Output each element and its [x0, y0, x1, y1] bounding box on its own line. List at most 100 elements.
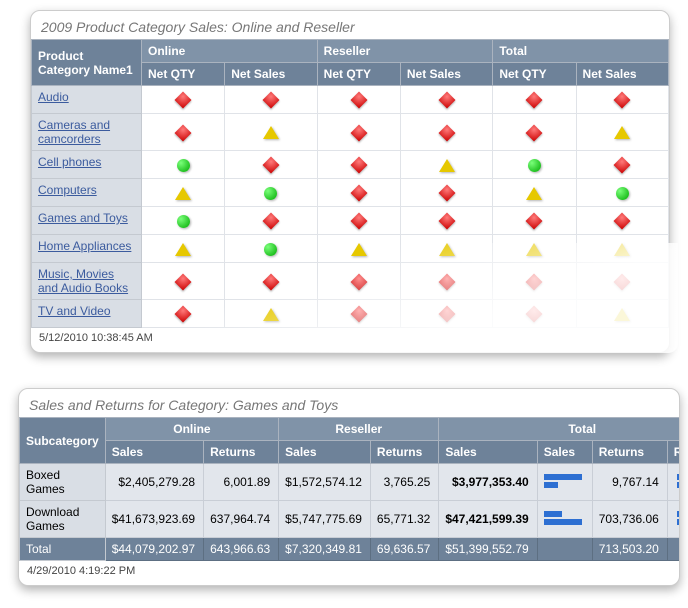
- diamond-icon: [175, 92, 192, 109]
- diamond-icon: [262, 213, 279, 230]
- subcategory-label: Download Games: [20, 501, 106, 538]
- group-reseller: Reseller: [317, 40, 493, 63]
- kpi-cell: [400, 263, 492, 300]
- value-cell: 65,771.32: [370, 501, 438, 538]
- diamond-icon: [526, 273, 543, 290]
- total-value-cell: 643,966.63: [204, 538, 279, 561]
- table-row: Music, Movies and Audio Books: [32, 263, 669, 300]
- diamond-icon: [526, 306, 543, 323]
- sparkline-bars: [544, 510, 584, 526]
- triangle-icon: [351, 243, 367, 256]
- category-link[interactable]: Home Appliances: [38, 239, 131, 253]
- col-sales: Sales: [439, 441, 537, 464]
- kpi-cell: [142, 300, 225, 328]
- triangle-icon: [439, 243, 455, 256]
- value-cell: 637,964.74: [204, 501, 279, 538]
- diamond-icon: [350, 124, 367, 141]
- diamond-icon: [614, 273, 631, 290]
- kpi-cell: [317, 207, 400, 235]
- diamond-icon: [175, 273, 192, 290]
- triangle-icon: [175, 243, 191, 256]
- diamond-icon: [350, 273, 367, 290]
- diamond-icon: [262, 157, 279, 174]
- table-row: Cell phones: [32, 151, 669, 179]
- group-total: Total: [439, 418, 680, 441]
- kpi-cell: [225, 179, 317, 207]
- value-cell: 3,765.25: [370, 464, 438, 501]
- kpi-cell: [317, 114, 400, 151]
- circle-icon: [616, 187, 629, 200]
- kpi-cell: [225, 235, 317, 263]
- kpi-cell: [576, 114, 668, 151]
- kpi-cell: [225, 151, 317, 179]
- kpi-cell: [225, 114, 317, 151]
- kpi-cell: [317, 235, 400, 263]
- category-link[interactable]: Games and Toys: [38, 211, 128, 225]
- subcategory-panel: Sales and Returns for Category: Games an…: [18, 388, 680, 586]
- diamond-icon: [438, 185, 455, 202]
- category-link[interactable]: Cameras and camcorders: [38, 118, 110, 146]
- kpi-cell: [493, 207, 576, 235]
- total-value-cell: $51,399,552.79: [439, 538, 537, 561]
- diamond-icon: [438, 273, 455, 290]
- category-sales-table: Product Category Name1 Online Reseller T…: [31, 39, 669, 328]
- kpi-cell: [142, 151, 225, 179]
- table-row: Audio: [32, 86, 669, 114]
- total-sales-bars: [537, 501, 592, 538]
- row-header: Subcategory: [20, 418, 106, 464]
- diamond-icon: [526, 213, 543, 230]
- kpi-cell: [142, 263, 225, 300]
- total-sales-cell: $3,977,353.40: [439, 464, 537, 501]
- panel-title: Sales and Returns for Category: Games an…: [19, 389, 679, 417]
- category-link[interactable]: Computers: [38, 183, 97, 197]
- total-returns-cell: 9,767.14: [592, 464, 667, 501]
- total-value-cell: $44,079,202.97: [105, 538, 203, 561]
- col-returns: Returns: [370, 441, 438, 464]
- subcategory-label: Boxed Games: [20, 464, 106, 501]
- kpi-cell: [400, 300, 492, 328]
- triangle-icon: [614, 243, 630, 256]
- kpi-cell: [400, 179, 492, 207]
- category-link[interactable]: TV and Video: [38, 304, 111, 318]
- kpi-cell: [317, 263, 400, 300]
- kpi-cell: [225, 86, 317, 114]
- col-sales: Sales: [105, 441, 203, 464]
- total-value-cell: [667, 538, 680, 561]
- diamond-icon: [350, 92, 367, 109]
- sparkline-bars: [677, 473, 680, 489]
- subcategory-table: Subcategory Online Reseller Total SalesR…: [19, 417, 680, 561]
- kpi-cell: [576, 179, 668, 207]
- kpi-cell: [493, 86, 576, 114]
- total-returns-bars: [667, 464, 680, 501]
- kpi-cell: [400, 86, 492, 114]
- group-online: Online: [105, 418, 278, 441]
- total-value-cell: [537, 538, 592, 561]
- triangle-icon: [526, 243, 542, 256]
- category-link[interactable]: Music, Movies and Audio Books: [38, 267, 128, 295]
- total-value-cell: 713,503.20: [592, 538, 667, 561]
- col-net-sales: Net Sales: [400, 63, 492, 86]
- diamond-icon: [350, 185, 367, 202]
- value-cell: $5,747,775.69: [279, 501, 371, 538]
- kpi-cell: [493, 300, 576, 328]
- total-row: Total$44,079,202.97643,966.63$7,320,349.…: [20, 538, 681, 561]
- diamond-icon: [350, 213, 367, 230]
- category-link[interactable]: Audio: [38, 90, 69, 104]
- diamond-icon: [438, 213, 455, 230]
- sparkline-bars: [544, 473, 584, 489]
- col-sales: Sales: [279, 441, 371, 464]
- diamond-icon: [526, 92, 543, 109]
- category-link[interactable]: Cell phones: [38, 155, 101, 169]
- kpi-cell: [493, 263, 576, 300]
- category-sales-panel: 2009 Product Category Sales: Online and …: [30, 10, 670, 353]
- kpi-cell: [493, 235, 576, 263]
- circle-icon: [528, 159, 541, 172]
- panel-title: 2009 Product Category Sales: Online and …: [31, 11, 669, 39]
- diamond-icon: [262, 273, 279, 290]
- total-value-cell: $7,320,349.81: [279, 538, 371, 561]
- col-net-qty: Net QTY: [142, 63, 225, 86]
- circle-icon: [264, 243, 277, 256]
- diamond-icon: [350, 306, 367, 323]
- triangle-icon: [263, 126, 279, 139]
- timestamp: 4/29/2010 4:19:22 PM: [19, 561, 679, 581]
